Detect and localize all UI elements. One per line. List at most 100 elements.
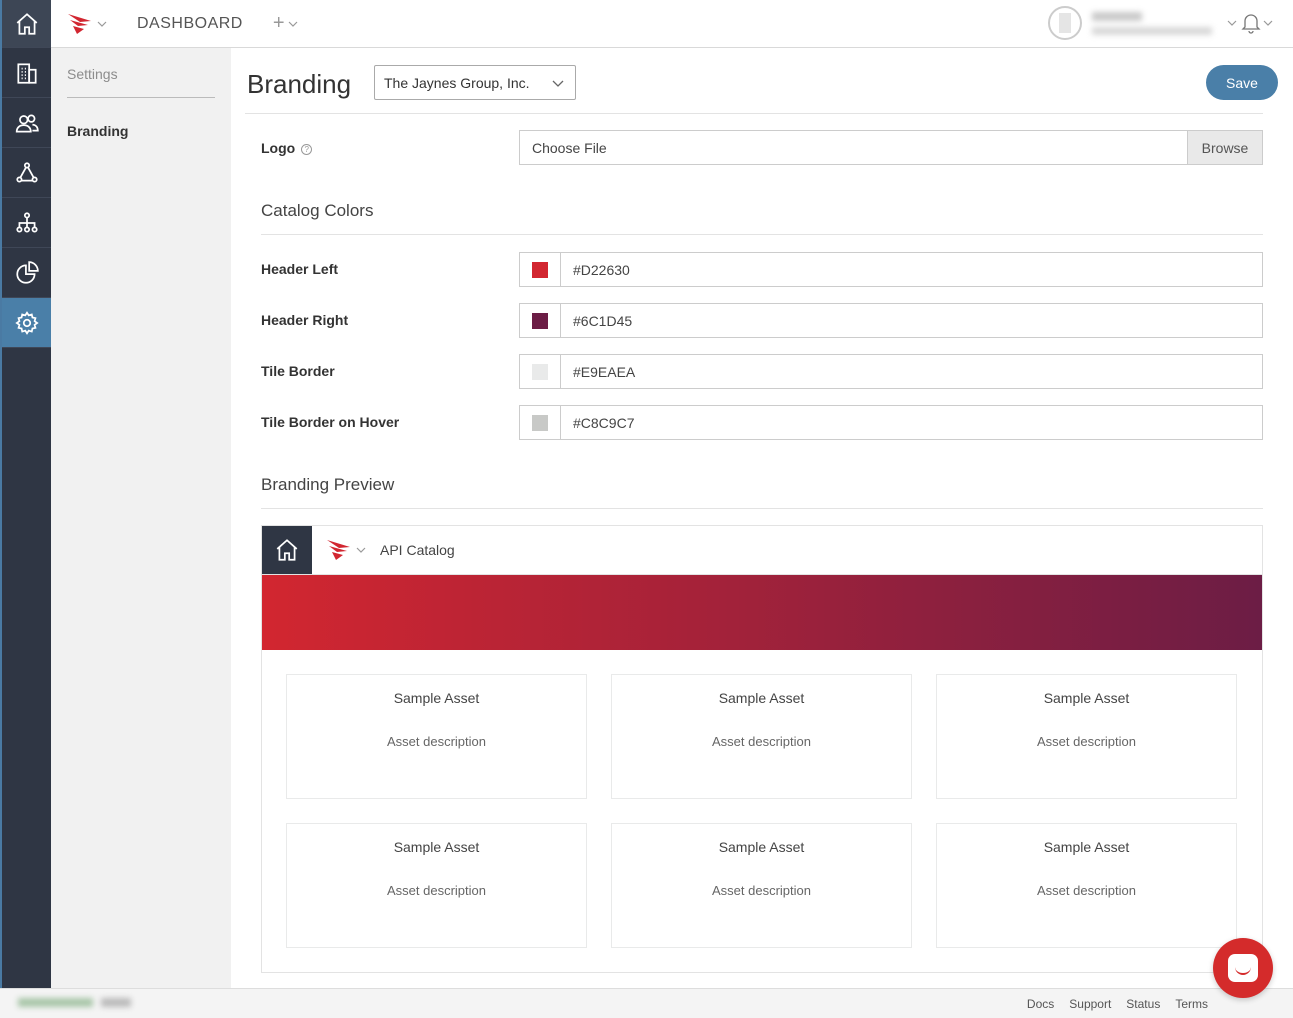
- tile-name: Sample Asset: [718, 690, 805, 706]
- chat-icon: [1228, 954, 1258, 982]
- sample-asset-tile: Sample Asset Asset description: [611, 674, 912, 799]
- footer-redacted-info: [18, 998, 138, 1010]
- divider: [245, 113, 1263, 114]
- analytics-icon: [15, 260, 39, 284]
- settings-title: Settings: [67, 66, 118, 82]
- chevron-down-icon: [288, 21, 297, 27]
- rail-network[interactable]: [2, 148, 51, 198]
- organization-select-value: The Jaynes Group, Inc.: [384, 74, 530, 91]
- sample-asset-tile: Sample Asset Asset description: [936, 674, 1237, 799]
- preview-catalog-title: API Catalog: [380, 542, 455, 558]
- network-icon: [15, 161, 38, 183]
- page-title: Branding: [247, 69, 352, 99]
- help-icon[interactable]: ?: [301, 144, 313, 155]
- plus-icon: +: [272, 12, 285, 34]
- notifications-menu[interactable]: [1241, 12, 1273, 34]
- chevron-down-icon: [356, 547, 366, 553]
- preview-brand-logo: [326, 539, 366, 561]
- home-icon: [16, 12, 37, 35]
- color-swatch: [532, 312, 548, 329]
- tile-name: Sample Asset: [1043, 690, 1130, 706]
- icon-rail: [0, 0, 51, 988]
- footer-link-support[interactable]: Support: [1069, 997, 1111, 1011]
- divider: [67, 97, 215, 98]
- header-left-color-input[interactable]: #D22630: [519, 252, 1263, 287]
- brand-menu[interactable]: [67, 13, 107, 35]
- sample-asset-tile: Sample Asset Asset description: [286, 823, 587, 948]
- sample-asset-tile: Sample Asset Asset description: [286, 674, 587, 799]
- color-swatch: [532, 363, 548, 380]
- users-icon: [15, 114, 39, 133]
- footer-link-status[interactable]: Status: [1126, 997, 1160, 1011]
- header-right-color-input[interactable]: #6C1D45: [519, 303, 1263, 338]
- tile-border-color-input[interactable]: #E9EAEA: [519, 354, 1263, 389]
- color-picker-button[interactable]: [520, 253, 561, 286]
- tile-description: Asset description: [1037, 883, 1136, 898]
- browse-button[interactable]: Browse: [1187, 131, 1262, 164]
- tile-description: Asset description: [712, 734, 811, 749]
- color-swatch: [532, 414, 548, 431]
- sample-asset-tile: Sample Asset Asset description: [936, 823, 1237, 948]
- color-value: #6C1D45: [573, 312, 633, 329]
- dashboard-link[interactable]: DASHBOARD: [137, 15, 243, 33]
- building-icon: [16, 62, 37, 84]
- tile-name: Sample Asset: [393, 839, 480, 855]
- footer-link-terms[interactable]: Terms: [1175, 997, 1208, 1011]
- tile-description: Asset description: [712, 883, 811, 898]
- main-content: Branding The Jaynes Group, Inc. Save Log…: [231, 48, 1293, 988]
- preview-gradient-banner: [262, 575, 1262, 650]
- divider: [261, 508, 1263, 509]
- tile-description: Asset description: [387, 734, 486, 749]
- color-value: #D22630: [573, 261, 630, 278]
- tile-description: Asset description: [1037, 734, 1136, 749]
- color-picker-button[interactable]: [520, 355, 561, 388]
- rail-users[interactable]: [2, 98, 51, 148]
- chevron-down-icon: [552, 80, 564, 87]
- brand-logo-icon: [327, 540, 350, 560]
- save-button[interactable]: Save: [1206, 65, 1278, 100]
- brand-logo-icon: [68, 13, 91, 34]
- logo-file-input[interactable]: Choose File Browse: [519, 130, 1263, 165]
- tile-border-hover-color-input[interactable]: #C8C9C7: [519, 405, 1263, 440]
- logo-label-text: Logo: [261, 140, 296, 156]
- tile-border-label: Tile Border: [261, 363, 335, 379]
- rail-hierarchy[interactable]: [2, 198, 51, 248]
- footer-link-docs[interactable]: Docs: [1027, 997, 1054, 1011]
- chat-launcher-button[interactable]: [1213, 938, 1273, 998]
- catalog-colors-title: Catalog Colors: [261, 201, 374, 220]
- sample-asset-tile: Sample Asset Asset description: [611, 823, 912, 948]
- tile-description: Asset description: [387, 883, 486, 898]
- header-left-label: Header Left: [261, 261, 339, 277]
- rail-analytics[interactable]: [2, 248, 51, 298]
- settings-sidebar: Settings Branding: [51, 48, 231, 988]
- tile-name: Sample Asset: [718, 839, 805, 855]
- divider: [261, 234, 1263, 235]
- sidebar-item-branding[interactable]: Branding: [67, 123, 128, 139]
- user-menu[interactable]: [1048, 6, 1237, 40]
- chevron-down-icon: [1263, 20, 1273, 26]
- avatar: [1048, 6, 1082, 40]
- footer: Docs Support Status Terms: [0, 988, 1293, 1018]
- color-value: #C8C9C7: [573, 414, 635, 431]
- branding-preview-title: Branding Preview: [261, 475, 395, 494]
- rail-home[interactable]: [2, 0, 51, 48]
- top-bar: DASHBOARD +: [51, 0, 1293, 48]
- preview-header-bar: API Catalog: [262, 526, 1262, 575]
- header-right-label: Header Right: [261, 312, 349, 328]
- preview-home-button: [262, 526, 312, 574]
- add-menu[interactable]: +: [273, 12, 298, 35]
- branding-preview: API Catalog Sample Asset Asset descriptio…: [261, 525, 1263, 973]
- preview-tile-grid: Sample Asset Asset description Sample Ass…: [286, 674, 1238, 948]
- rail-organizations[interactable]: [2, 48, 51, 98]
- logo-label: Logo?: [261, 140, 313, 156]
- chevron-down-icon: [1227, 20, 1237, 26]
- organization-select[interactable]: The Jaynes Group, Inc.: [374, 65, 576, 100]
- footer-links: Docs Support Status Terms: [1027, 997, 1208, 1011]
- color-value: #E9EAEA: [573, 363, 636, 380]
- rail-settings[interactable]: [2, 298, 51, 348]
- color-picker-button[interactable]: [520, 304, 561, 337]
- color-picker-button[interactable]: [520, 406, 561, 439]
- hierarchy-icon: [15, 211, 38, 233]
- bell-icon: [1241, 14, 1261, 34]
- tile-name: Sample Asset: [1043, 839, 1130, 855]
